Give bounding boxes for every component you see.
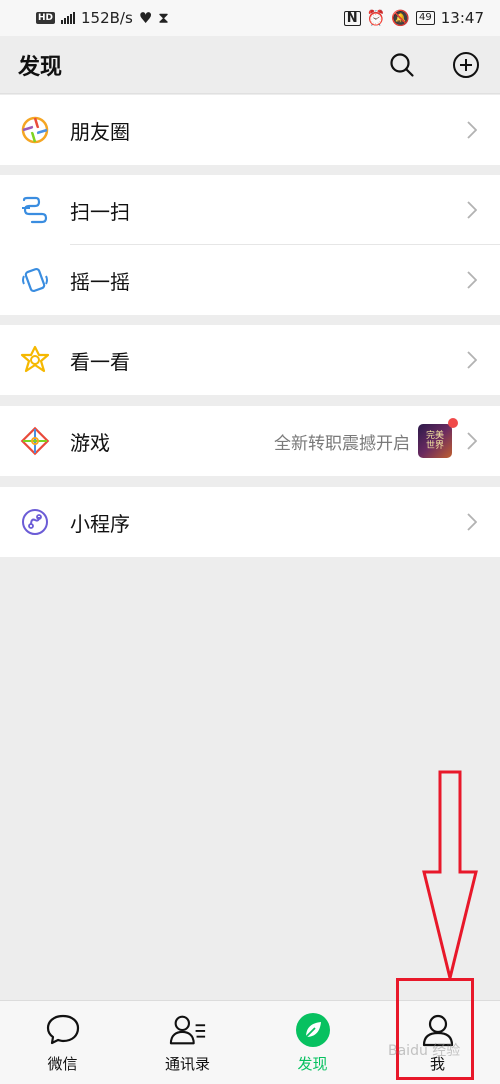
menu-item-games[interactable]: 游戏 全新转职震撼开启 完美世界 (0, 406, 500, 476)
mute-icon: 🔕 (391, 9, 411, 27)
menu-item-moments[interactable]: 朋友圈 (0, 95, 500, 165)
hd-icon: HD (36, 12, 56, 24)
tab-label-contacts: 通讯录 (164, 1055, 210, 1073)
moments-icon (20, 115, 50, 145)
chevron-right-icon (464, 269, 480, 291)
chat-bubble-icon (44, 1011, 82, 1049)
group-scan-shake: 扫一扫 摇一摇 (0, 175, 500, 315)
tab-discover[interactable]: 发现 (250, 1001, 375, 1084)
network-speed: 152B/s (81, 9, 133, 27)
menu-item-scan[interactable]: 扫一扫 (0, 175, 500, 245)
menu-label-top-stories: 看一看 (70, 349, 130, 374)
game-thumbnail: 完美世界 (418, 418, 458, 458)
menu-item-top-stories[interactable]: 看一看 (0, 325, 500, 395)
tab-contacts[interactable]: 通讯录 (125, 1001, 250, 1084)
group-mini-programs: 小程序 (0, 487, 500, 557)
chevron-right-icon (464, 199, 480, 221)
search-icon[interactable] (386, 49, 418, 81)
compass-icon (294, 1011, 332, 1049)
scan-icon (20, 195, 50, 225)
shake-icon (20, 265, 50, 295)
group-top-stories: 看一看 (0, 325, 500, 395)
tab-label-chats: 微信 (47, 1055, 78, 1073)
tab-chats[interactable]: 微信 (0, 1001, 125, 1084)
games-promo-text: 全新转职震撼开启 (274, 433, 410, 454)
header: 发现 (0, 36, 500, 94)
menu-label-scan: 扫一扫 (70, 199, 130, 224)
group-moments: 朋友圈 (0, 95, 500, 165)
status-bar: HD 152B/s ♥ ⧗ N ⏰ 🔕 49 13:47 (0, 0, 500, 36)
chevron-right-icon (464, 511, 480, 533)
game-thumb-text: 完美世界 (425, 431, 444, 451)
menu-label-moments: 朋友圈 (70, 119, 130, 144)
mini-programs-icon (20, 507, 50, 537)
battery-icon: 49 (416, 11, 435, 25)
alarm-icon: ⏰ (366, 9, 386, 27)
menu-item-mini-programs[interactable]: 小程序 (0, 487, 500, 557)
menu-label-games: 游戏 (70, 430, 110, 455)
watermark: Baidu 经验 (388, 1043, 461, 1059)
chevron-right-icon (464, 349, 480, 371)
page-title: 发现 (18, 54, 63, 80)
group-games: 游戏 全新转职震撼开启 完美世界 (0, 406, 500, 476)
notification-dot (448, 418, 458, 428)
menu-label-shake: 摇一摇 (70, 269, 130, 294)
tab-label-discover: 发现 (297, 1055, 328, 1073)
chevron-right-icon (464, 430, 480, 452)
clock: 13:47 (440, 9, 484, 27)
annotation-arrow (422, 770, 478, 979)
add-icon[interactable] (450, 49, 482, 81)
games-icon (20, 426, 50, 456)
annotation-highlight-box (396, 978, 474, 1080)
hourglass-icon: ⧗ (158, 9, 169, 27)
contacts-icon (169, 1011, 207, 1049)
signal-icon (61, 12, 76, 24)
menu-label-mini-programs: 小程序 (70, 511, 130, 536)
top-stories-icon (20, 345, 50, 375)
menu-item-shake[interactable]: 摇一摇 (0, 245, 500, 315)
heart-rate-icon: ♥ (138, 9, 153, 27)
nfc-icon: N (343, 10, 361, 26)
chevron-right-icon (464, 119, 480, 141)
